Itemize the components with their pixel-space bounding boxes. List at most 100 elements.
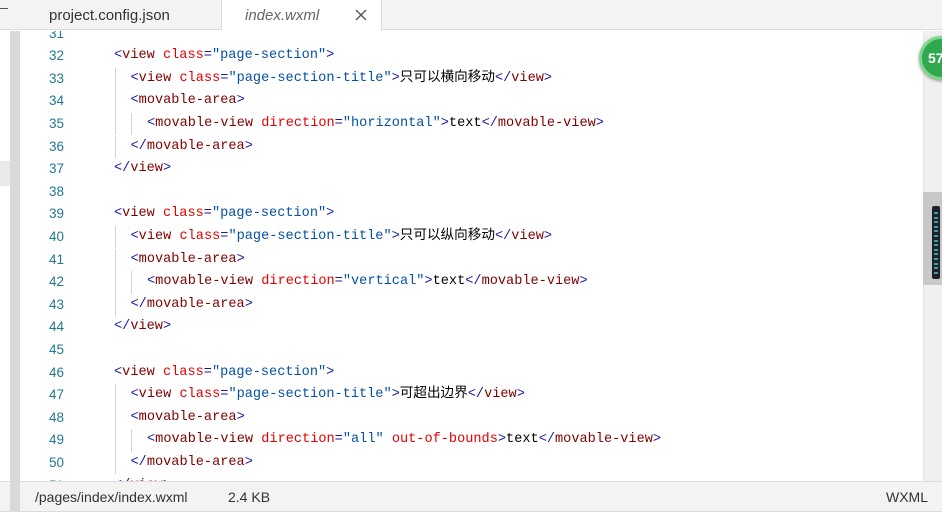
line-number: 49: [48, 432, 64, 448]
code-line[interactable]: 39 <view class="page-section">: [20, 203, 923, 226]
text-content: text: [506, 432, 539, 448]
line-number: 47: [48, 387, 64, 403]
tag-name: movable-area: [138, 93, 237, 109]
attribute-value: "all": [342, 432, 384, 448]
minimap-line: [934, 248, 938, 251]
code-line[interactable]: 44 </view>: [20, 316, 923, 339]
code-line[interactable]: 36 </movable-area>: [20, 135, 923, 159]
close-icon[interactable]: [351, 5, 371, 25]
code-line[interactable]: 37 </view>: [20, 158, 923, 181]
code-line[interactable]: 35 <movable-view direction="horizontal">t…: [20, 112, 923, 136]
code-line[interactable]: 31: [20, 31, 923, 45]
tag-bracket: >: [162, 161, 172, 177]
file-size: 2.4 KB: [228, 489, 271, 505]
attribute-value: "page-section": [211, 206, 327, 222]
code-line[interactable]: 49 <movable-view direction="all" out-of-b…: [20, 429, 923, 452]
indent-guide: [114, 271, 116, 294]
minimap-line: [934, 221, 938, 224]
tag-bracket: >: [543, 228, 553, 244]
tag-bracket: >: [244, 296, 253, 312]
code-content: </view>: [114, 316, 171, 339]
attribute-value: "page-section": [211, 48, 327, 64]
indent-guide: [114, 451, 116, 475]
tag-bracket: >: [391, 387, 400, 403]
code-line[interactable]: 50 </movable-area>: [20, 451, 923, 475]
tag-bracket: >: [326, 206, 335, 222]
tag-bracket: </: [481, 115, 498, 131]
tag-bracket: >: [326, 48, 335, 64]
code-content: <movable-view direction="horizontal">tex…: [147, 113, 604, 136]
tag-name: view: [511, 228, 544, 244]
tag-name: movable-area: [146, 454, 245, 470]
code-line[interactable]: 32 <view class="page-section">: [20, 45, 923, 68]
tag-name: movable-area: [146, 138, 245, 154]
tag-bracket: <: [130, 251, 139, 267]
line-number: 41: [48, 251, 64, 267]
tag-bracket: =: [203, 48, 212, 64]
language-mode[interactable]: WXML: [886, 489, 928, 505]
code-line[interactable]: 42 <movable-view direction="vertical">tex…: [20, 271, 923, 294]
minimap-preview[interactable]: [932, 206, 940, 279]
indent-guide: [114, 293, 116, 317]
status-bar: /pages/index/index.wxml 2.4 KB WXML: [0, 481, 942, 511]
attribute-name: class: [162, 364, 204, 380]
tag-name: view: [138, 228, 172, 244]
code-editor[interactable]: 31 32 <view class="page-section"> 33 <view c…: [20, 31, 923, 481]
code-line[interactable]: 33 <view class="page-section-title">只可以横向…: [20, 67, 923, 91]
tag-name: view: [484, 387, 517, 403]
tag-name: movable-view: [155, 274, 254, 290]
code-line[interactable]: 48 <movable-area>: [20, 406, 923, 430]
code-content: <view class="page-section-title">可超出边界</…: [131, 384, 525, 407]
code-line[interactable]: 46 <view class="page-section">: [20, 362, 923, 385]
minimap-line: [934, 235, 938, 237]
tag-name: movable-view: [555, 432, 653, 448]
tag-bracket: >: [543, 70, 553, 86]
code-line[interactable]: 43 </movable-area>: [20, 293, 923, 317]
line-number: 33: [48, 70, 64, 86]
attribute-name: direction: [261, 115, 335, 131]
code-content: <view class="page-section">: [114, 45, 334, 68]
code-content: <view class="page-section-title">只可以纵向移动…: [131, 226, 553, 249]
tag-bracket: <: [130, 70, 139, 86]
tag-bracket: <: [147, 432, 156, 448]
tag-bracket: </: [467, 387, 485, 403]
minimap-line: [934, 216, 938, 219]
activity-strip: [0, 31, 10, 481]
tag-bracket: =: [334, 274, 343, 290]
tag-bracket: >: [516, 387, 525, 403]
code-line[interactable]: 47 <view class="page-section-title">可超出边界…: [20, 384, 923, 407]
gutter-scroll-track: [10, 31, 20, 481]
tag-bracket: =: [334, 432, 343, 448]
code-line[interactable]: 41 <movable-area>: [20, 248, 923, 272]
status-edge: [10, 481, 20, 511]
text-content: text: [448, 115, 482, 131]
tag-bracket: <: [130, 409, 139, 425]
minimap-line: [934, 225, 938, 228]
minimap-line: [934, 244, 938, 247]
tag-bracket: <: [114, 48, 123, 64]
tab-index-wxml[interactable]: index.wxml: [222, 0, 382, 31]
tag-name: view: [130, 319, 163, 335]
tab-project-config[interactable]: project.config.json: [25, 0, 222, 30]
tag-bracket: </: [130, 296, 147, 312]
minimap-line: [934, 253, 938, 256]
tag-bracket: <: [114, 206, 123, 222]
line-number: 31: [48, 31, 64, 41]
tag-bracket: >: [497, 432, 507, 448]
attribute-name: direction: [261, 432, 335, 448]
tag-name: view: [122, 364, 155, 380]
attribute-name: class: [179, 70, 221, 86]
code-line[interactable]: 34 <movable-area>: [20, 90, 923, 113]
code-line[interactable]: 45: [20, 339, 923, 362]
indent-guide: [131, 429, 132, 452]
code-line[interactable]: 38: [20, 181, 923, 204]
tag-bracket: </: [130, 138, 147, 154]
tag-bracket: >: [236, 93, 245, 109]
code-line[interactable]: 40 <view class="page-section-title">只可以纵向…: [20, 225, 923, 249]
active-indicator: [0, 161, 10, 186]
tag-bracket: >: [440, 115, 449, 131]
minimap-line: [934, 239, 938, 242]
line-number: 43: [48, 296, 64, 312]
tag-name: view: [138, 387, 172, 403]
